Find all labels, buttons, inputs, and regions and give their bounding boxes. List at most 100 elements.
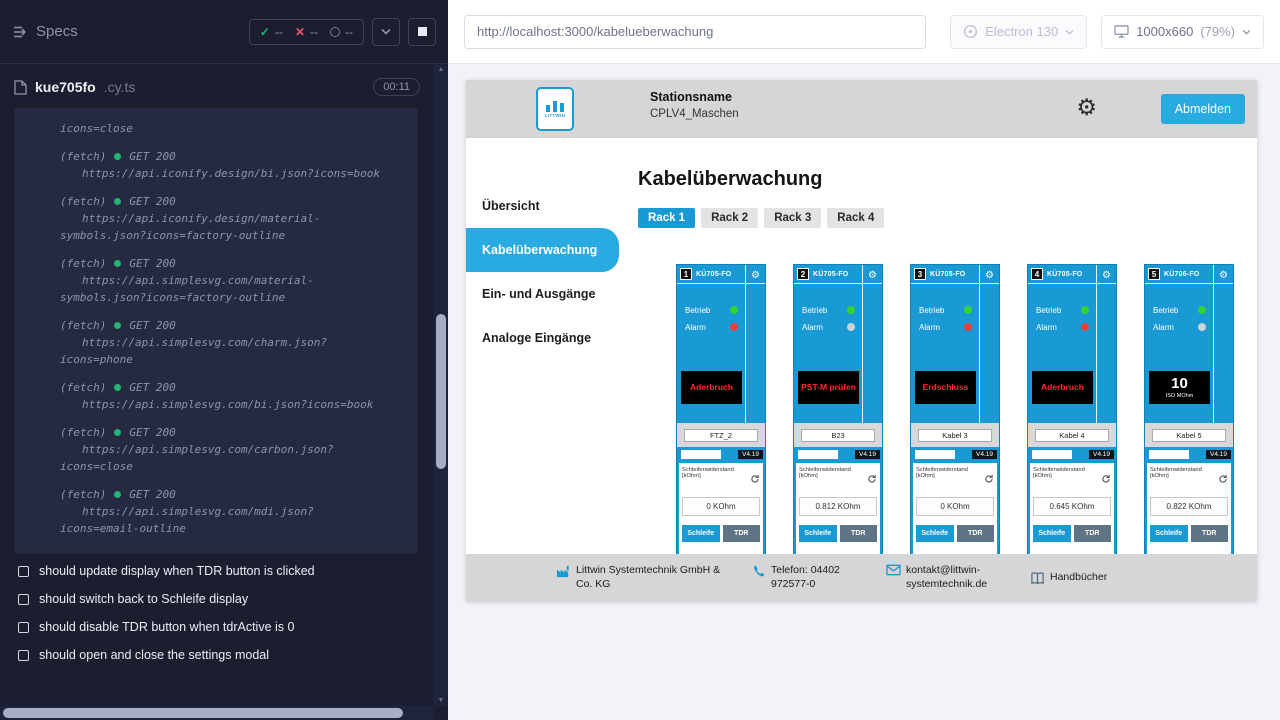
vertical-scrollbar[interactable]: ▲ ▼: [434, 64, 448, 706]
card-settings-icon[interactable]: ⚙: [751, 270, 760, 281]
refresh-icon[interactable]: [867, 471, 877, 489]
cross-icon: ✕: [295, 25, 305, 39]
network-log-entry[interactable]: (fetch) GET 200 https://api.simplesvg.co…: [60, 255, 390, 306]
fetch-label: (fetch): [60, 255, 106, 272]
test-item[interactable]: should open and close the settings modal: [18, 648, 426, 662]
refresh-icon[interactable]: [750, 471, 760, 489]
network-log-entry[interactable]: (fetch) GET 200 https://api.iconify.desi…: [60, 148, 390, 182]
spec-file-row[interactable]: kue705fo .cy.ts 00:11: [0, 72, 434, 102]
horizontal-scrollbar[interactable]: [0, 706, 434, 720]
network-log-entry[interactable]: (fetch) GET 200 https://api.simplesvg.co…: [60, 486, 390, 537]
cable-name[interactable]: Kabel 4: [1035, 429, 1109, 442]
status-display: 10 ISO MOhm: [1149, 371, 1210, 404]
card-settings-icon[interactable]: ⚙: [868, 270, 877, 281]
card-model-label: KÜ705-FO: [696, 271, 731, 278]
stat-pending: --: [330, 25, 353, 39]
fetch-label: (fetch): [60, 424, 106, 441]
logo-text: LITTWIN: [545, 113, 565, 118]
stat-failed: ✕ --: [295, 25, 318, 39]
stat-passed: ✓ --: [260, 25, 283, 39]
tab-rack-4[interactable]: Rack 4: [827, 208, 884, 228]
sidebar-item-kabelueberwachung[interactable]: Kabelüberwachung: [466, 228, 619, 272]
logout-button[interactable]: Abmelden: [1161, 94, 1245, 124]
sidebar-item-uebersicht[interactable]: Übersicht: [466, 184, 622, 228]
alarm-led: [1198, 323, 1206, 331]
url-input[interactable]: [464, 15, 926, 49]
tdr-button[interactable]: TDR: [1191, 525, 1229, 542]
schleife-button[interactable]: Schleife: [1033, 525, 1071, 542]
tab-rack-1[interactable]: Rack 1: [638, 208, 695, 228]
status-label: GET 200: [129, 317, 175, 334]
network-log-entry[interactable]: (fetch) GET 200 https://api.simplesvg.co…: [60, 317, 390, 368]
horizontal-scrollbar-thumb[interactable]: [3, 708, 403, 718]
network-log-entry[interactable]: (fetch) GET 200 https://api.iconify.desi…: [60, 193, 390, 244]
resistance-value: 0.812 KOhm: [799, 497, 877, 516]
cable-name[interactable]: Kabel 3: [918, 429, 992, 442]
command-log[interactable]: icons=close (fetch) GET 200 https://api.…: [14, 108, 418, 554]
tab-rack-2[interactable]: Rack 2: [701, 208, 758, 228]
footer-manuals[interactable]: Handbücher: [1030, 571, 1107, 585]
betrieb-led: [964, 306, 972, 314]
tdr-button[interactable]: TDR: [957, 525, 995, 542]
test-title: should update display when TDR button is…: [39, 564, 315, 578]
refresh-icon[interactable]: [984, 471, 994, 489]
refresh-icon[interactable]: [1218, 471, 1228, 489]
status-text: Erdschluss: [923, 383, 969, 393]
chevron-down-icon: [1065, 29, 1074, 35]
monitor-icon: [1114, 25, 1129, 38]
network-log-entry[interactable]: icons=close: [60, 120, 390, 137]
test-item[interactable]: should switch back to Schleife display: [18, 592, 426, 606]
test-checkbox-icon: [18, 594, 29, 605]
test-item[interactable]: should disable TDR button when tdrActive…: [18, 620, 426, 634]
test-stats: ✓ -- ✕ -- --: [249, 19, 364, 45]
schleife-button[interactable]: Schleife: [682, 525, 720, 542]
card-model-label: KÜ705-FO: [1047, 271, 1082, 278]
schleife-button[interactable]: Schleife: [1150, 525, 1188, 542]
device-card: 3 KÜ705-FO ⚙ Betrieb Alarm Erdschluss Ka…: [910, 264, 1000, 554]
sidebar-item-ein-und-ausgaenge[interactable]: Ein- und Ausgänge: [466, 272, 622, 316]
refresh-icon[interactable]: [1101, 471, 1111, 489]
cable-name[interactable]: FTZ_2: [684, 429, 758, 442]
version-blank-box: [798, 450, 838, 459]
cable-name[interactable]: B23: [801, 429, 875, 442]
scroll-down-icon[interactable]: ▼: [434, 697, 448, 704]
sidebar-item-analoge-eingaenge[interactable]: Analoge Eingänge: [466, 316, 622, 360]
station-label: Stationsname: [650, 90, 739, 104]
cable-name[interactable]: Kabel 5: [1152, 429, 1226, 442]
collapse-button[interactable]: [372, 18, 400, 46]
tdr-button[interactable]: TDR: [840, 525, 878, 542]
card-settings-icon[interactable]: ⚙: [1102, 270, 1111, 281]
station-name: CPLV4_Maschen: [650, 108, 739, 120]
specs-nav[interactable]: Specs: [12, 23, 78, 40]
test-item[interactable]: should update display when TDR button is…: [18, 564, 426, 578]
browser-selector[interactable]: Electron 130: [950, 15, 1087, 49]
schleife-button[interactable]: Schleife: [799, 525, 837, 542]
card-settings-icon[interactable]: ⚙: [985, 270, 994, 281]
status-display: Erdschluss: [915, 371, 976, 404]
card-side-strip: ⚙: [862, 265, 882, 423]
status-text: Aderbruch: [690, 383, 733, 393]
vertical-scrollbar-thumb[interactable]: [436, 314, 446, 469]
card-side-strip: ⚙: [979, 265, 999, 423]
network-log-entry[interactable]: (fetch) GET 200 https://api.simplesvg.co…: [60, 424, 390, 475]
footer-email[interactable]: kontakt@littwin-systemtechnik.de: [886, 564, 1012, 591]
success-dot-icon: [114, 491, 121, 498]
test-title: should disable TDR button when tdrActive…: [39, 620, 294, 634]
tab-rack-3[interactable]: Rack 3: [764, 208, 821, 228]
tdr-button[interactable]: TDR: [723, 525, 761, 542]
viewport-selector[interactable]: 1000x660 (79%): [1101, 15, 1264, 49]
network-log-entry[interactable]: (fetch) GET 200 https://api.simplesvg.co…: [60, 379, 390, 413]
settings-gear-icon[interactable]: ⚙: [1076, 94, 1097, 121]
betrieb-label: Betrieb: [685, 306, 710, 315]
betrieb-label: Betrieb: [1153, 306, 1178, 315]
resistance-label: Schleifenwiderstand [kOhm]: [1150, 467, 1218, 479]
schleife-button[interactable]: Schleife: [916, 525, 954, 542]
spec-file-extension: .cy.ts: [104, 79, 136, 95]
status-text: Aderbruch: [1041, 383, 1084, 393]
tdr-button[interactable]: TDR: [1074, 525, 1112, 542]
alarm-led: [964, 323, 972, 331]
success-dot-icon: [114, 384, 121, 391]
scroll-up-icon[interactable]: ▲: [434, 66, 448, 73]
card-settings-icon[interactable]: ⚙: [1219, 270, 1228, 281]
stop-button[interactable]: [408, 18, 436, 46]
